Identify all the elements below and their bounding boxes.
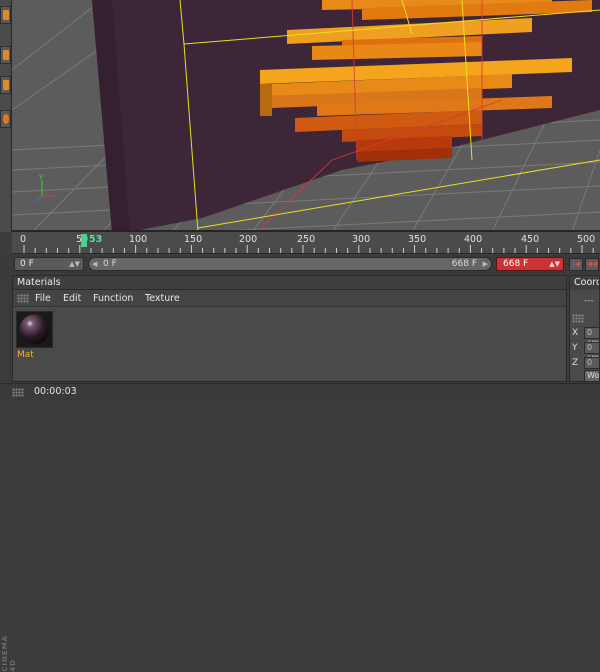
coord-axis-y: Y	[572, 343, 578, 353]
coord-axis-z: Z	[572, 358, 579, 368]
ruler-label: 0	[20, 234, 27, 245]
step-back-icon[interactable]: ◀◀	[585, 258, 599, 271]
coord-z-field[interactable]: 0 cm	[584, 357, 599, 377]
status-time: 00:00:03	[34, 386, 77, 397]
cinema4d-logo: CINEMA 4D	[1, 635, 17, 672]
menu-texture[interactable]: Texture	[145, 293, 180, 304]
3d-viewport[interactable]: y	[12, 0, 600, 232]
cube-tool-icon[interactable]	[0, 46, 11, 64]
end-frame-field[interactable]: 668 F ▲▼	[496, 257, 564, 271]
range-start-value: 0 F	[103, 259, 117, 269]
material-thumbnail[interactable]	[16, 311, 53, 348]
end-frame-value: 668 F	[503, 259, 529, 269]
menu-file[interactable]: File	[35, 293, 51, 304]
arrow-left-icon[interactable]: ◀	[92, 258, 97, 270]
materials-panel: Materials File Edit Function Texture Mat	[12, 275, 567, 382]
coord-x-field[interactable]: 0 cm	[584, 327, 599, 347]
ruler-label: 250	[297, 234, 316, 245]
world-dropdown[interactable]: World	[584, 370, 599, 381]
materials-title: Materials	[13, 276, 566, 290]
drag-grip-icon[interactable]	[572, 314, 584, 323]
drag-grip-icon[interactable]	[12, 388, 24, 397]
stepper-icon[interactable]: ▲▼	[549, 258, 560, 270]
ruler-label: 450	[521, 234, 540, 245]
left-edge-bar: CINEMA 4D	[0, 275, 17, 672]
ruler-label: 150	[184, 234, 203, 245]
status-bar: 00:00:03	[0, 383, 600, 400]
current-frame-field[interactable]: 0 F ▲▼	[14, 257, 84, 271]
stepper-icon[interactable]: ▲▼	[69, 258, 80, 270]
current-frame-value: 0 F	[20, 259, 34, 269]
cube-tool-icon[interactable]	[0, 6, 11, 24]
ruler-label: 300	[352, 234, 371, 245]
menu-edit[interactable]: Edit	[63, 293, 81, 304]
preview-range-slider[interactable]: ◀ 0 F 668 F ▶	[88, 257, 492, 271]
coordinates-title: Coordinates	[570, 276, 599, 290]
ruler-label: 500	[577, 234, 596, 245]
ruler-label: 200	[239, 234, 258, 245]
drag-grip-icon[interactable]	[17, 294, 29, 303]
coord-axis-x: X	[572, 328, 579, 338]
current-frame-label: 53	[89, 234, 103, 245]
ruler-label: 400	[464, 234, 483, 245]
coordinates-panel: Coordinates --- X 0 cm Y 0 cm Z 0 cm Wor…	[569, 275, 600, 382]
coord-header: ---	[584, 296, 594, 306]
menu-function[interactable]: Function	[93, 293, 133, 304]
coord-y-field[interactable]: 0 cm	[584, 342, 599, 362]
svg-text:y: y	[39, 172, 43, 180]
range-end-value: 668 F	[451, 259, 477, 269]
cube-tool-icon[interactable]	[0, 76, 11, 94]
ruler-label: 350	[408, 234, 427, 245]
frame-controls: 0 F ▲▼ ◀ 0 F 668 F ▶ 668 F ▲▼ |◀ ◀◀	[0, 255, 600, 274]
deform-tool-icon[interactable]	[0, 110, 11, 128]
ruler-label: 100	[129, 234, 148, 245]
materials-menu-bar: File Edit Function Texture	[13, 290, 566, 307]
timeline-ruler[interactable]: 0 50 100 150 200 250 300 350 400 450 500…	[12, 232, 600, 254]
tool-strip	[0, 0, 12, 232]
arrow-right-icon[interactable]: ▶	[483, 258, 488, 270]
playhead-marker[interactable]	[81, 234, 87, 247]
material-sphere-icon	[19, 314, 50, 345]
go-to-start-icon[interactable]: |◀	[569, 258, 583, 271]
material-name[interactable]: Mat	[17, 350, 34, 360]
